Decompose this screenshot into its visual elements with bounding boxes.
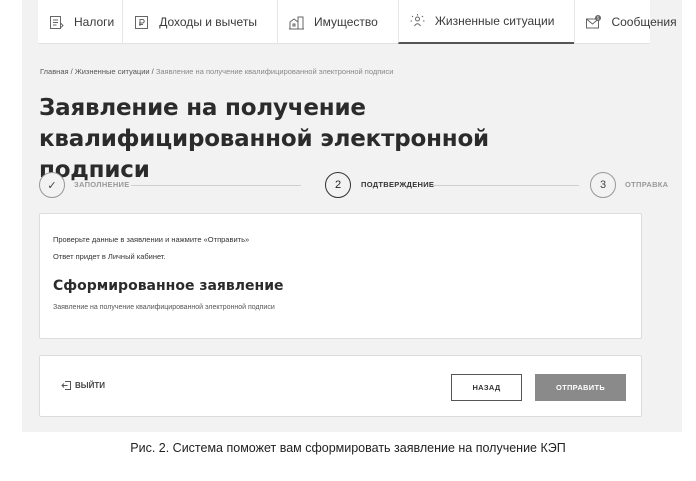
confirmation-card: Проверьте данные в заявлении и нажмите «…	[39, 213, 642, 339]
document-icon	[48, 14, 74, 31]
property-icon	[288, 14, 314, 31]
life-situations-icon	[409, 13, 435, 30]
step-connector	[131, 185, 301, 186]
tab-life-situations[interactable]: Жизненные ситуации	[397, 0, 575, 44]
tab-label: Жизненные ситуации	[434, 14, 555, 28]
exit-button[interactable]: ВЫЙТИ	[61, 380, 105, 391]
back-button[interactable]: НАЗАД	[451, 374, 522, 401]
breadcrumb-home[interactable]: Главная	[40, 67, 69, 76]
send-button[interactable]: ОТПРАВИТЬ	[535, 374, 626, 401]
tab-label: Доходы и вычеты	[159, 15, 257, 29]
breadcrumb-section[interactable]: Жизненные ситуации	[75, 67, 150, 76]
action-bar: ВЫЙТИ НАЗАД ОТПРАВИТЬ	[39, 355, 642, 417]
response-note: Ответ придет в Личный кабинет.	[53, 252, 166, 261]
instruction-text: Проверьте данные в заявлении и нажмите «…	[53, 235, 250, 244]
tab-taxes[interactable]: Налоги	[38, 0, 122, 44]
top-navigation: Налоги Доходы и вычеты Имущество Жизненн…	[38, 0, 677, 44]
breadcrumb: Главная / Жизненные ситуации / Заявление…	[40, 67, 393, 76]
stepper: ✓ ЗАПОЛНЕНИЕ 2 ПОДТВЕРЖДЕНИЕ 3 ОТПРАВКА	[39, 172, 668, 200]
exit-icon	[61, 380, 75, 391]
tab-messages[interactable]: 5 Сообщения	[574, 0, 696, 44]
step-3-label: ОТПРАВКА	[625, 180, 669, 189]
exit-label: ВЫЙТИ	[75, 381, 105, 390]
step-connector	[432, 185, 579, 186]
ruble-document-icon	[133, 14, 159, 31]
step-2-label: ПОДТВЕРЖДЕНИЕ	[361, 180, 435, 189]
step-3-marker: 3	[590, 172, 616, 198]
breadcrumb-current: Заявление на получение квалифицированной…	[155, 67, 394, 76]
figure-caption: Рис. 2. Система поможет вам сформировать…	[130, 441, 566, 455]
step-2-marker: 2	[325, 172, 351, 198]
step-1-label: ЗАПОЛНЕНИЕ	[74, 180, 130, 189]
generated-application-link[interactable]: Заявление на получение квалифицированной…	[53, 304, 275, 311]
section-title: Сформированное заявление	[53, 278, 284, 294]
tab-label: Налоги	[74, 15, 115, 29]
app-screen: Налоги Доходы и вычеты Имущество Жизненн…	[22, 0, 682, 432]
tab-label: Имущество	[313, 15, 378, 29]
messages-icon: 5	[585, 14, 611, 31]
tab-label: Сообщения	[611, 15, 677, 29]
step-1-check-icon: ✓	[39, 172, 65, 198]
tab-income-deductions[interactable]: Доходы и вычеты	[122, 0, 277, 44]
tab-property[interactable]: Имущество	[276, 0, 398, 44]
